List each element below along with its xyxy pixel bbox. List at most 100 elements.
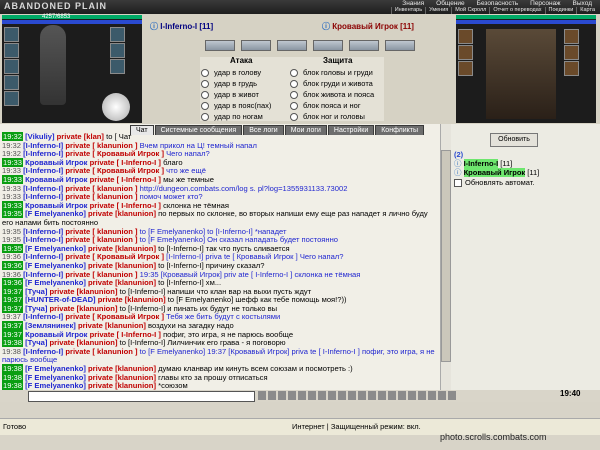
tool-icon[interactable]: [338, 391, 346, 400]
attack-head[interactable]: удар в голову: [201, 67, 271, 78]
block-label: блок груди и живота: [303, 79, 373, 88]
item-slot-ring[interactable]: [110, 27, 125, 42]
menu-character[interactable]: Персонаж: [524, 0, 566, 7]
submenu-skills[interactable]: Умения: [425, 7, 451, 14]
radio-icon[interactable]: [201, 90, 209, 99]
chat-toolbar: [258, 391, 456, 400]
menu-knowledge[interactable]: Знания: [396, 0, 430, 7]
tool-icon[interactable]: [418, 391, 426, 400]
block-belt-legs[interactable]: блок пояса и ног: [290, 100, 374, 111]
info-icon[interactable]: ⓘ: [322, 22, 330, 31]
item-slot[interactable]: [458, 61, 473, 76]
item-slot-gloves[interactable]: [110, 43, 125, 58]
chat-input[interactable]: [28, 391, 255, 402]
user-name[interactable]: Кровавый Игрок: [463, 168, 526, 177]
tab-conflicts[interactable]: Конфликты: [375, 125, 425, 135]
radio-icon[interactable]: [201, 68, 209, 77]
attack-label: удар по ногам: [214, 112, 263, 121]
radio-icon[interactable]: [290, 101, 298, 110]
top-bar: ABANDONED PLAIN Знания Общение Безопасно…: [0, 0, 600, 14]
menu-exit[interactable]: Выход: [567, 0, 598, 7]
tool-icon[interactable]: [318, 391, 326, 400]
submenu-fights[interactable]: Поединки: [544, 7, 577, 14]
hp-bar: [2, 15, 142, 19]
tool-icon[interactable]: [288, 391, 296, 400]
refresh-button[interactable]: Обновить: [490, 133, 538, 147]
block-chest-stomach[interactable]: блок груди и живота: [290, 78, 374, 89]
tool-icon[interactable]: [278, 391, 286, 400]
chat-author[interactable]: [F Emelyanenko]: [25, 381, 86, 390]
attack-chest[interactable]: удар в грудь: [201, 78, 271, 89]
submenu-transfers[interactable]: Отчет о переводах: [489, 7, 544, 14]
item-slot[interactable]: [458, 45, 473, 60]
item-slot-armor[interactable]: [4, 75, 19, 90]
item-slot-boots[interactable]: [110, 59, 125, 74]
chat-recipient[interactable]: [ klanunion ]: [92, 347, 137, 356]
item-slot[interactable]: [564, 29, 579, 44]
player-portrait-left: 4257/6853: [2, 14, 142, 123]
tool-icon[interactable]: [268, 391, 276, 400]
menu-security[interactable]: Безопасность: [471, 0, 524, 7]
tool-icon[interactable]: [378, 391, 386, 400]
radio-icon[interactable]: [201, 101, 209, 110]
tool-icon[interactable]: [298, 391, 306, 400]
block-label: блок головы и груди: [303, 68, 373, 77]
block-head-chest[interactable]: блок головы и груди: [290, 67, 374, 78]
item-slot[interactable]: [564, 61, 579, 76]
item-slot-weapon[interactable]: [4, 59, 19, 74]
item-slot[interactable]: [458, 29, 473, 44]
tool-icon[interactable]: [368, 391, 376, 400]
auto-refresh[interactable]: Обновлять автомат.: [454, 178, 534, 187]
left-player-name[interactable]: I-Inferno-I: [160, 22, 197, 31]
chat-recipient[interactable]: [klanunion]: [115, 209, 156, 219]
chat-scroll-thumb[interactable]: [441, 150, 451, 362]
chat-time: 19:38: [2, 364, 24, 374]
info-icon[interactable]: ⓘ: [150, 22, 158, 31]
tool-icon[interactable]: [438, 391, 446, 400]
radio-icon[interactable]: [290, 79, 298, 88]
tab-my-logs[interactable]: Мои логи: [284, 125, 327, 135]
submenu-scroll[interactable]: Мой Скролл: [451, 7, 489, 14]
checkbox-icon[interactable]: [454, 178, 462, 187]
right-player-name[interactable]: Кровавый Игрок: [332, 22, 398, 31]
weapon-icon: [205, 40, 235, 51]
radio-icon[interactable]: [290, 112, 298, 121]
attack-stomach[interactable]: удар в живот: [201, 89, 271, 100]
block-stomach-belt[interactable]: блок живота и пояса: [290, 89, 374, 100]
info-icon[interactable]: ⓘ: [454, 168, 462, 177]
tool-icon[interactable]: [358, 391, 366, 400]
item-slot[interactable]: [564, 45, 579, 60]
tool-icon[interactable]: [398, 391, 406, 400]
tool-icon[interactable]: [388, 391, 396, 400]
attack-legs[interactable]: удар по ногам: [201, 111, 271, 122]
tool-icon[interactable]: [408, 391, 416, 400]
chat-recipient[interactable]: [klanunion]: [115, 381, 156, 390]
item-slot-necklace[interactable]: [4, 43, 19, 58]
radio-icon[interactable]: [290, 68, 298, 77]
tool-icon[interactable]: [448, 391, 456, 400]
chat-line: 19:38 [I-Inferno-I] private [ klanunion …: [0, 347, 438, 365]
tab-chat[interactable]: Чат: [130, 125, 154, 135]
radio-icon[interactable]: [290, 90, 298, 99]
tool-icon[interactable]: [348, 391, 356, 400]
online-user-2[interactable]: ⓘ Кровавый Игрок [11]: [454, 167, 539, 178]
radio-icon[interactable]: [201, 112, 209, 121]
tab-all-logs[interactable]: Все логи: [243, 125, 284, 135]
submenu-map[interactable]: Карта: [576, 7, 598, 14]
radio-icon[interactable]: [201, 79, 209, 88]
defense-header: Защита: [323, 56, 353, 65]
hp-bar: [456, 15, 596, 19]
tool-icon[interactable]: [308, 391, 316, 400]
chat-log[interactable]: 19:32 [Vikuliy] private [klan] to [ Чат 1…: [0, 124, 440, 390]
item-slot-belt[interactable]: [4, 91, 19, 106]
item-slot-helmet[interactable]: [4, 27, 19, 42]
menu-communication[interactable]: Общение: [430, 0, 471, 7]
attack-belt[interactable]: удар в пояс(пах): [201, 100, 271, 111]
tab-system[interactable]: Системные сообщения: [154, 125, 243, 135]
tab-settings[interactable]: Настройки: [327, 125, 375, 135]
tool-icon[interactable]: [428, 391, 436, 400]
block-legs-head[interactable]: блок ног и головы: [290, 111, 374, 122]
submenu-inventory[interactable]: Инвентарь: [390, 7, 425, 14]
tool-icon[interactable]: [328, 391, 336, 400]
tool-icon[interactable]: [258, 391, 266, 400]
